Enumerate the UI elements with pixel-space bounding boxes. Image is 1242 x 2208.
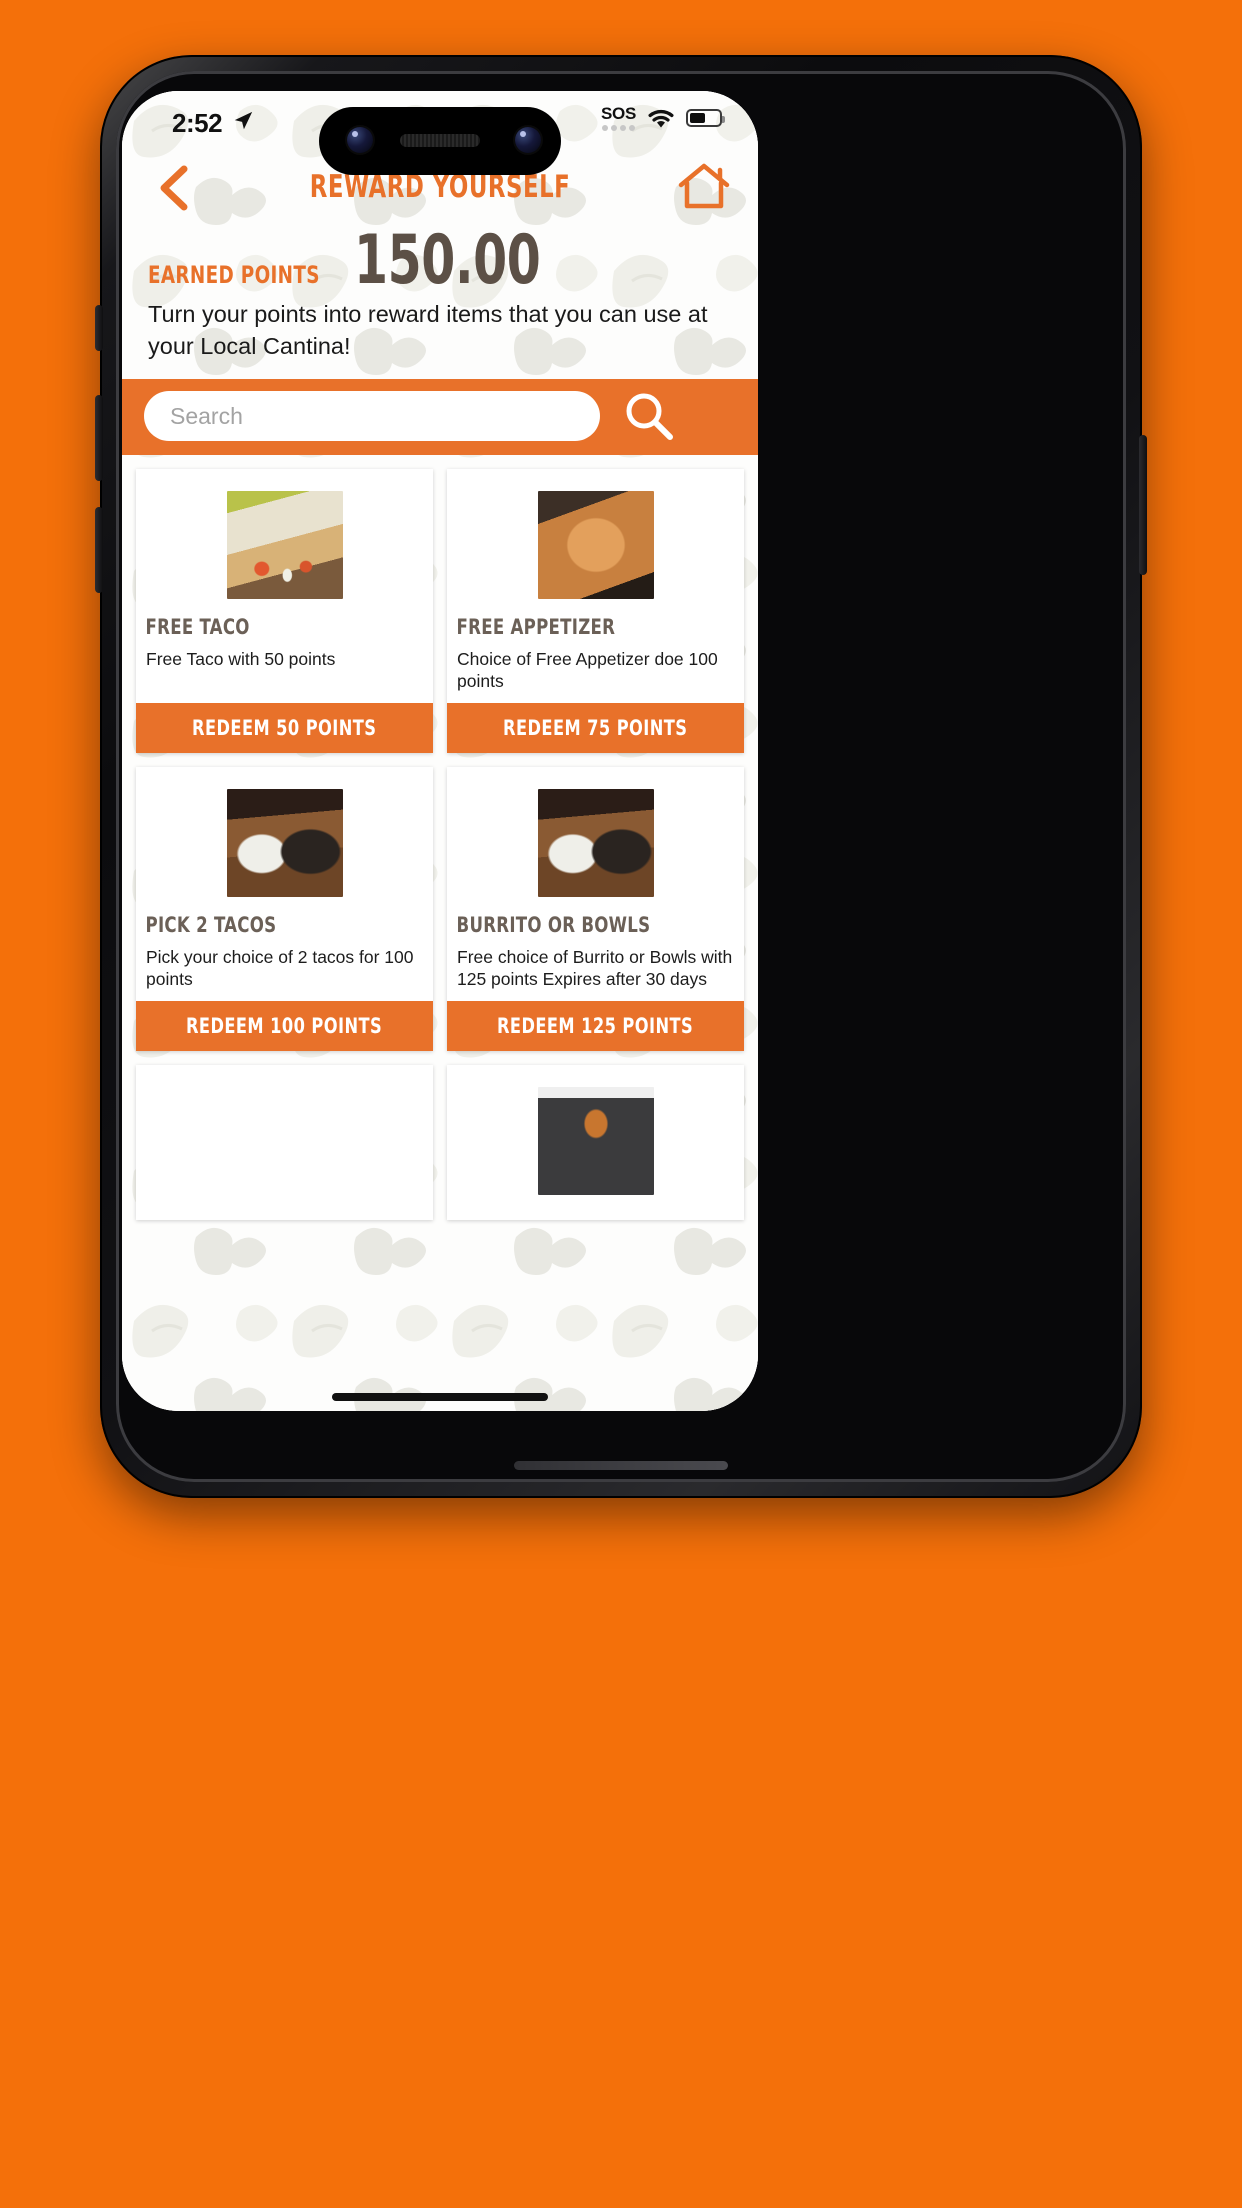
phone-bottom-speaker — [514, 1461, 728, 1470]
sos-indicator: SOS — [601, 105, 636, 131]
rewards-grid: FREE TACO Free Taco with 50 points REDEEM … — [122, 455, 758, 1220]
front-camera — [347, 127, 373, 153]
search-button[interactable] — [620, 388, 676, 444]
reward-description: Free choice of Burrito or Bowls with 125… — [457, 946, 733, 990]
reward-title: PICK 2 TACOS — [145, 912, 277, 937]
reward-image — [226, 788, 343, 897]
reward-title: FREE APPETIZER — [456, 615, 616, 639]
volume-up-button[interactable] — [95, 395, 103, 481]
reward-description: Choice of Free Appetizer doe 100 points — [457, 649, 718, 692]
phone-screen: 2:52 SOS REWARD YOURSELF EARNED POINTS 1… — [122, 91, 758, 1411]
reward-title: FREE TACO — [145, 615, 250, 639]
signal-dots-icon — [601, 125, 635, 131]
reward-image — [537, 491, 654, 599]
sos-label: SOS — [600, 104, 636, 123]
mute-switch[interactable] — [95, 305, 103, 351]
redeem-button-label: REDEEM 50 POINTS — [192, 715, 377, 740]
reward-description: Free Taco with 50 points — [146, 649, 336, 669]
face-id-sensor — [515, 127, 541, 153]
home-icon[interactable] — [676, 161, 732, 211]
reward-title: BURRITO OR BOWLS — [456, 912, 651, 937]
rewards-screen: 2:52 SOS REWARD YOURSELF EARNED POINTS 1… — [122, 91, 758, 1411]
search-bar — [122, 379, 758, 455]
search-icon — [626, 393, 673, 440]
status-time: 2:52 — [172, 108, 223, 138]
reward-description: Pick your choice of 2 tacos for 100 poin… — [146, 946, 414, 990]
earned-points-label: EARNED POINTS — [148, 261, 320, 289]
reward-image — [537, 788, 654, 897]
reward-card[interactable]: BURRITO OR BOWLS Free choice of Burrito o… — [447, 766, 744, 1051]
redeem-button[interactable]: REDEEM 125 POINTS — [447, 1000, 744, 1051]
search-input[interactable] — [144, 391, 600, 441]
redeem-button-label: REDEEM 100 POINTS — [186, 1013, 383, 1038]
reward-image — [537, 1086, 654, 1195]
redeem-button[interactable]: REDEEM 75 POINTS — [447, 702, 744, 753]
reward-card[interactable]: FREE APPETIZER Choice of Free Appetizer d… — [447, 469, 744, 753]
rewards-list[interactable]: FREE TACO Free Taco with 50 points REDEEM … — [122, 455, 758, 1411]
volume-down-button[interactable] — [95, 507, 103, 593]
location-arrow-icon — [234, 111, 253, 130]
status-indicators: SOS — [601, 105, 725, 131]
redeem-button-label: REDEEM 125 POINTS — [497, 1013, 694, 1038]
reward-card[interactable]: FREE TACO Free Taco with 50 points REDEEM … — [136, 469, 433, 753]
wifi-icon — [648, 109, 674, 127]
redeem-button[interactable]: REDEEM 100 POINTS — [136, 1000, 433, 1051]
reward-image — [227, 1087, 343, 1195]
intro-description: Turn your points into reward items that … — [148, 301, 708, 359]
earned-points-value: 150.00 — [354, 221, 541, 300]
phone-frame: 2:52 SOS REWARD YOURSELF EARNED POINTS 1… — [95, 55, 1147, 1498]
reward-card[interactable] — [136, 1064, 433, 1220]
earpiece-speaker — [400, 134, 480, 147]
redeem-button-label: REDEEM 75 POINTS — [503, 715, 688, 740]
battery-icon — [686, 109, 725, 127]
points-summary: EARNED POINTS 150.00 — [122, 221, 758, 300]
reward-image — [226, 491, 343, 599]
reward-card[interactable] — [447, 1064, 744, 1220]
home-indicator — [332, 1393, 548, 1401]
redeem-button[interactable]: REDEEM 50 POINTS — [136, 702, 433, 753]
power-button[interactable] — [1139, 435, 1147, 575]
dynamic-island — [319, 107, 561, 175]
reward-card[interactable]: PICK 2 TACOS Pick your choice of 2 tacos … — [136, 766, 433, 1051]
